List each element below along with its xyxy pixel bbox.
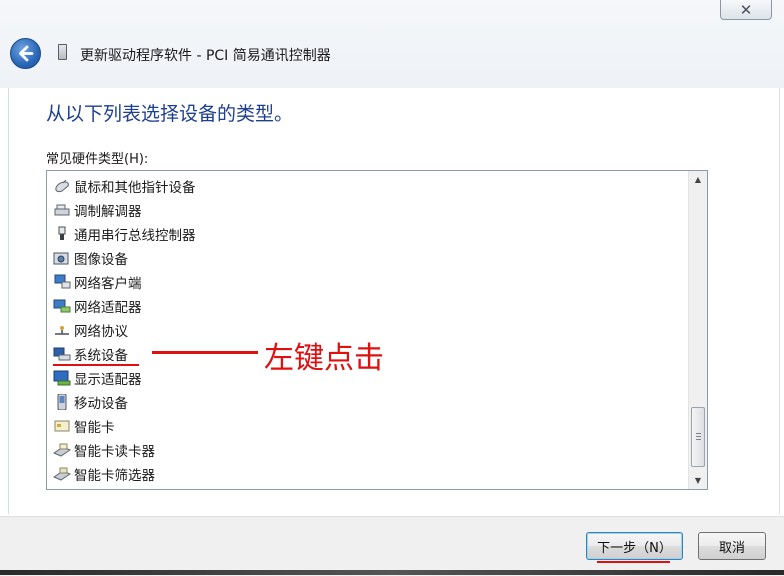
scroll-up-icon: ▲ bbox=[694, 175, 702, 184]
camera-icon bbox=[53, 250, 71, 266]
usb-icon bbox=[53, 226, 71, 242]
scroll-down-icon: ▼ bbox=[694, 476, 702, 485]
modem-icon bbox=[53, 202, 71, 218]
back-button[interactable] bbox=[10, 38, 41, 69]
list-item[interactable]: 网络协议 bbox=[53, 319, 128, 341]
window-title: 更新驱动程序软件 - PCI 简易通讯控制器 bbox=[80, 48, 331, 64]
card-filter-icon bbox=[52, 466, 72, 482]
list-item[interactable]: 系统设备 bbox=[53, 343, 128, 365]
hardware-type-list[interactable]: 鼠标和其他指针设备 调制解调器通用串行总线控制器 图像设备网络客户端网络适配器网络协… bbox=[46, 170, 708, 490]
network-client-icon bbox=[53, 274, 71, 290]
annotation-text: 左键点击 bbox=[264, 341, 384, 376]
list-item[interactable]: 调制解调器 bbox=[53, 199, 142, 221]
taskbar-edge bbox=[0, 570, 784, 575]
cancel-button[interactable]: 取消 bbox=[698, 532, 766, 560]
list-item[interactable]: 网络客户端 bbox=[53, 271, 142, 293]
list-item-label: 系统设备 bbox=[74, 348, 128, 364]
title-bar bbox=[0, 0, 784, 88]
back-arrow-icon bbox=[19, 45, 34, 62]
list-item[interactable]: 智能卡读卡器 bbox=[52, 439, 155, 461]
page-heading: 从以下列表选择设备的类型。 bbox=[46, 103, 294, 125]
card-reader-icon bbox=[52, 442, 72, 458]
list-item-label: 调制解调器 bbox=[74, 204, 142, 220]
list-item-label: 网络客户端 bbox=[74, 276, 142, 292]
list-item-label: 图像设备 bbox=[74, 252, 128, 268]
display-adapter-icon bbox=[53, 370, 71, 386]
annotation-pointer-line bbox=[152, 351, 258, 354]
scroll-thumb[interactable] bbox=[691, 407, 705, 467]
list-item[interactable]: 移动设备 bbox=[53, 391, 128, 413]
list-item-label: 智能卡 bbox=[74, 420, 115, 436]
smart-card-icon bbox=[53, 418, 71, 434]
annotation-underline-next bbox=[597, 561, 670, 563]
system-device-icon bbox=[53, 346, 71, 362]
list-item-label: 显示适配器 bbox=[74, 372, 142, 388]
list-scrollbar[interactable]: ▲ ▼ bbox=[688, 171, 707, 489]
list-item-label: 智能卡读卡器 bbox=[74, 444, 155, 460]
list-item[interactable]: 显示适配器 bbox=[53, 367, 142, 389]
list-item-label: 网络协议 bbox=[74, 324, 128, 340]
protocol-icon bbox=[53, 322, 71, 338]
list-item[interactable]: 智能卡筛选器 bbox=[52, 463, 155, 485]
list-item[interactable]: 网络适配器 bbox=[53, 295, 142, 317]
hardware-list-label: 常见硬件类型(H): bbox=[46, 152, 149, 167]
list-item-label: 移动设备 bbox=[74, 396, 128, 412]
scroll-up-button[interactable]: ▲ bbox=[689, 171, 707, 188]
list-item[interactable]: 智能卡 bbox=[53, 415, 115, 437]
close-icon: ✕ bbox=[739, 0, 753, 19]
device-icon bbox=[58, 44, 67, 60]
list-item-label: 网络适配器 bbox=[74, 300, 142, 316]
mobile-device-icon bbox=[53, 393, 71, 411]
annotation-underline-system-device bbox=[53, 364, 139, 366]
network-adapter-icon bbox=[53, 298, 71, 314]
list-item-label: 通用串行总线控制器 bbox=[74, 228, 196, 244]
next-button[interactable]: 下一步（N） bbox=[586, 532, 683, 560]
list-item[interactable]: 图像设备 bbox=[53, 247, 128, 269]
list-item-label: 智能卡筛选器 bbox=[74, 468, 155, 484]
list-item-label: 鼠标和其他指针设备 bbox=[74, 180, 196, 196]
list-item[interactable]: 通用串行总线控制器 bbox=[53, 223, 196, 245]
mouse-icon bbox=[53, 178, 71, 194]
scroll-down-button[interactable]: ▼ bbox=[689, 472, 707, 489]
list-item[interactable]: 鼠标和其他指针设备 bbox=[53, 175, 196, 197]
close-button[interactable]: ✕ bbox=[720, 0, 772, 20]
